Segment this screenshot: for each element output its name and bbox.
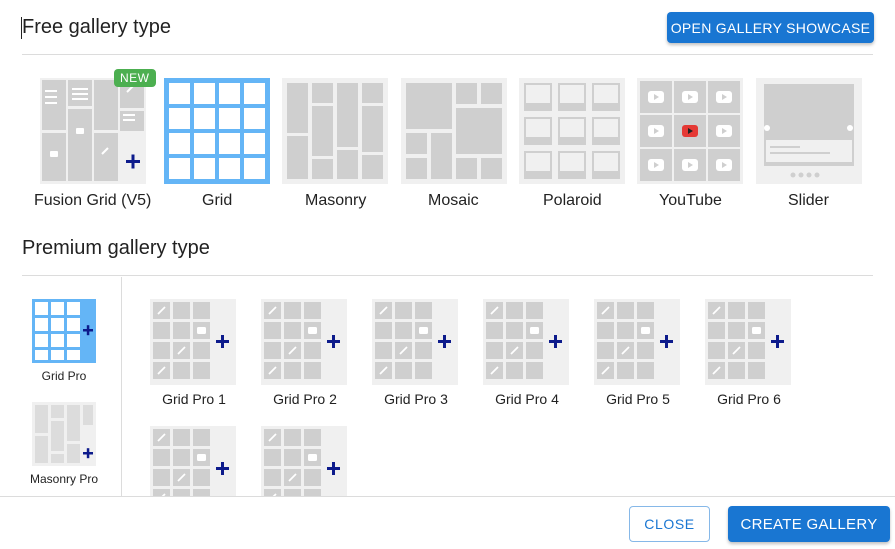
gallery-type-grid[interactable]: Grid bbox=[164, 78, 282, 213]
premium-item-label: Grid Pro 4 bbox=[495, 391, 559, 407]
grid-pro-thumbnail-icon bbox=[594, 299, 680, 385]
gallery-type-polaroid[interactable]: Polaroid bbox=[519, 78, 637, 213]
masonry-thumbnail-icon bbox=[282, 78, 388, 184]
premium-item-label: Grid Pro 1 bbox=[162, 391, 226, 407]
create-gallery-button[interactable]: CREATE GALLERY bbox=[728, 506, 890, 542]
gallery-type-fusion-grid[interactable]: NEW Fusion Grid (V5) bbox=[34, 69, 156, 213]
grid-pro-thumbnail-icon bbox=[150, 426, 236, 496]
premium-grid-pro-item[interactable]: Grid Pro 6 bbox=[705, 299, 793, 407]
grid-pro-thumbnail-icon bbox=[483, 299, 569, 385]
grid-pro-thumbnail-icon bbox=[150, 299, 236, 385]
grid-pro-thumbnail-icon bbox=[32, 299, 96, 363]
premium-grid-pro-item[interactable]: Grid Pro 4 bbox=[483, 299, 571, 407]
grid-pro-thumbnail-icon bbox=[372, 299, 458, 385]
gallery-type-slider[interactable]: Slider bbox=[756, 78, 874, 213]
divider bbox=[22, 275, 873, 276]
category-label: Grid Pro bbox=[41, 369, 87, 383]
free-gallery-title: Free gallery type bbox=[21, 16, 171, 39]
gallery-type-masonry[interactable]: Masonry bbox=[282, 78, 400, 213]
premium-category-sidebar: Grid Pro Masonry Pro bbox=[22, 277, 122, 496]
premium-item-label: Grid Pro 3 bbox=[384, 391, 448, 407]
premium-grid-pro-item[interactable] bbox=[261, 426, 349, 496]
grid-pro-thumbnail-icon bbox=[261, 426, 347, 496]
polaroid-thumbnail-icon bbox=[519, 78, 625, 184]
premium-item-label: Grid Pro 2 bbox=[273, 391, 337, 407]
gallery-type-label: Polaroid bbox=[543, 192, 602, 209]
mosaic-thumbnail-icon bbox=[401, 78, 507, 184]
new-badge: NEW bbox=[114, 69, 156, 87]
gallery-type-label: YouTube bbox=[659, 192, 722, 209]
grid-pro-thumbnail-icon bbox=[261, 299, 347, 385]
category-masonry-pro[interactable]: Masonry Pro bbox=[25, 402, 103, 486]
gallery-type-label: Grid bbox=[202, 192, 233, 209]
premium-grid-pro-item[interactable]: Grid Pro 1 bbox=[150, 299, 238, 407]
premium-grid-pro-item[interactable] bbox=[150, 426, 238, 496]
gallery-type-mosaic[interactable]: Mosaic bbox=[401, 78, 519, 213]
gallery-type-label: Fusion Grid (V5) bbox=[34, 192, 152, 209]
category-grid-pro[interactable]: Grid Pro bbox=[25, 299, 103, 383]
premium-grid-pro-item[interactable]: Grid Pro 3 bbox=[372, 299, 460, 407]
grid-pro-thumbnail-icon bbox=[705, 299, 791, 385]
gallery-type-label: Slider bbox=[788, 192, 829, 209]
divider bbox=[22, 54, 873, 55]
grid-thumbnail-icon bbox=[164, 78, 270, 184]
premium-grid-pro-item[interactable]: Grid Pro 2 bbox=[261, 299, 349, 407]
premium-item-label: Grid Pro 5 bbox=[606, 391, 670, 407]
masonry-pro-thumbnail-icon bbox=[32, 402, 96, 466]
slider-thumbnail-icon bbox=[756, 78, 862, 184]
gallery-type-label: Mosaic bbox=[428, 192, 479, 209]
gallery-type-label: Masonry bbox=[305, 192, 367, 209]
premium-gallery-title: Premium gallery type bbox=[22, 237, 210, 259]
fusion-grid-thumbnail-icon bbox=[40, 78, 146, 184]
premium-grid-pro-item[interactable]: Grid Pro 5 bbox=[594, 299, 682, 407]
category-label: Masonry Pro bbox=[29, 472, 99, 486]
premium-item-label: Grid Pro 6 bbox=[717, 391, 781, 407]
premium-items-panel: Grid Pro 1 Grid Pro 2 Grid Pro 3 Grid Pr… bbox=[123, 277, 895, 496]
close-button[interactable]: CLOSE bbox=[629, 506, 710, 542]
gallery-type-youtube[interactable]: YouTube bbox=[637, 78, 755, 213]
open-gallery-showcase-button[interactable]: OPEN GALLERY SHOWCASE bbox=[667, 12, 874, 43]
youtube-thumbnail-icon bbox=[637, 78, 743, 184]
dialog-footer: CLOSE CREATE GALLERY bbox=[0, 496, 895, 549]
